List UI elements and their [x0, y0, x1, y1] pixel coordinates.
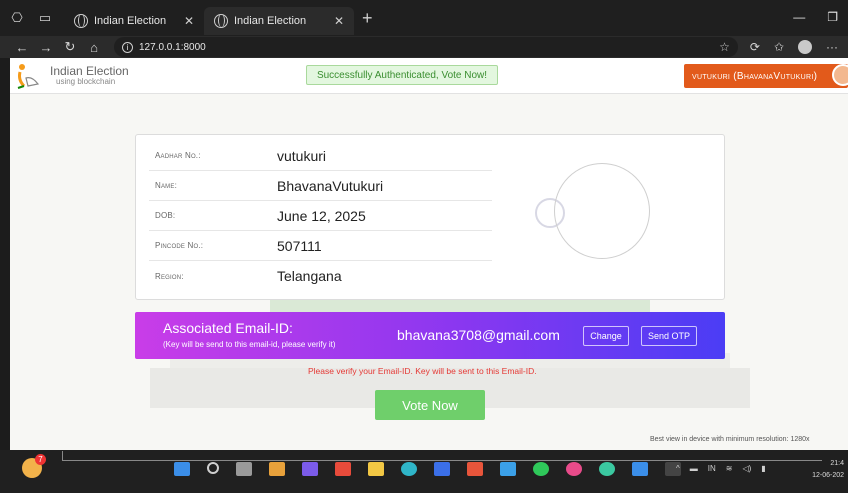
tab-title: Indian Election	[94, 15, 167, 27]
app-icon[interactable]	[269, 462, 285, 476]
system-clock[interactable]: 21:4 12-06-202	[796, 458, 844, 482]
brand-title: Indian Election	[50, 64, 129, 78]
globe-icon	[74, 14, 88, 28]
new-tab-icon[interactable]: +	[362, 8, 373, 29]
globe-icon	[214, 14, 228, 28]
refresh-page-icon[interactable]: ⟳	[750, 40, 760, 54]
url-field[interactable]: i 127.0.0.1:8000 ☆	[114, 37, 738, 57]
detail-label: DOB:	[155, 211, 176, 220]
file-explorer-icon[interactable]	[368, 462, 384, 476]
tab-title: Indian Election	[234, 15, 307, 27]
clock-date: 12-06-202	[812, 472, 844, 479]
task-view-icon[interactable]	[236, 462, 252, 476]
browser-tab-1[interactable]: Indian Election ✕	[64, 7, 204, 35]
volume-icon[interactable]: ◁)	[742, 464, 751, 473]
forward-icon[interactable]: →	[34, 40, 58, 55]
browser-tab-bar: ⎔ ▭ Indian Election ✕ Indian Election ✕ …	[0, 0, 848, 36]
home-icon[interactable]: ⌂	[82, 40, 106, 55]
detail-value: vutukuri	[277, 147, 327, 164]
send-otp-button[interactable]: Send OTP	[641, 326, 697, 346]
app-icon[interactable]	[335, 462, 351, 476]
change-email-button[interactable]: Change	[583, 326, 629, 346]
restore-icon[interactable]: ❐	[827, 10, 838, 24]
detail-row-dob: DOB: June 12, 2025	[149, 201, 492, 231]
app-icon[interactable]	[302, 462, 318, 476]
detail-label: Pincode No.:	[155, 241, 204, 250]
whatsapp-icon[interactable]	[533, 462, 549, 476]
workspaces-icon[interactable]: ⎔	[8, 9, 26, 27]
system-tray: ^ ▬ IN ≋ ◁) ▮	[676, 464, 766, 473]
clock-time: 21:4	[830, 460, 844, 467]
best-view-note: Best view in device with minimum resolut…	[650, 436, 810, 443]
refresh-icon[interactable]: ↻	[58, 39, 82, 55]
close-icon[interactable]: ✕	[334, 14, 344, 28]
app-icon[interactable]	[434, 462, 450, 476]
voter-photo	[554, 163, 650, 259]
toolbar-right: ⟳ ✩ ···	[750, 40, 838, 54]
wifi-icon[interactable]: ≋	[726, 464, 733, 473]
app-icon[interactable]	[599, 462, 615, 476]
profile-avatar[interactable]	[798, 40, 812, 54]
more-icon[interactable]: ···	[826, 40, 838, 54]
email-note: (Key will be send to this email-id, plea…	[163, 340, 336, 349]
info-icon[interactable]: i	[122, 41, 133, 53]
address-toolbar: ← → ↻ ⌂ i 127.0.0.1:8000 ☆ ⟳ ✩ ···	[0, 36, 848, 58]
detail-label: Name:	[155, 181, 178, 190]
taskbar-divider	[62, 451, 822, 461]
battery-status-icon[interactable]: ▮	[761, 464, 765, 473]
tab-actions-icon[interactable]: ▭	[36, 9, 54, 27]
browser-tab-2[interactable]: Indian Election ✕	[204, 7, 354, 35]
detail-row-name: Name: BhavanaVutukuri	[149, 171, 492, 201]
detail-row-pincode: Pincode No.: 507111	[149, 231, 492, 261]
detail-label: Region:	[155, 271, 184, 281]
detail-value: 507111	[277, 237, 322, 254]
email-title: Associated Email-ID:	[163, 320, 293, 336]
app-icon[interactable]	[500, 462, 516, 476]
favorites-icon[interactable]: ✩	[774, 40, 784, 54]
email-value: bhavana3708@gmail.com	[397, 327, 560, 343]
chevron-up-icon[interactable]: ^	[676, 464, 680, 473]
close-icon[interactable]: ✕	[184, 14, 194, 28]
taskbar-apps	[174, 462, 681, 476]
start-icon[interactable]	[174, 462, 190, 476]
vote-now-button[interactable]: Vote Now	[375, 390, 485, 420]
star-icon[interactable]: ☆	[719, 40, 730, 54]
back-icon[interactable]: ←	[10, 40, 34, 55]
app-icon[interactable]	[467, 462, 483, 476]
user-avatar	[832, 64, 848, 86]
os-taskbar: 7 ^ ▬ IN ≋ ◁) ▮ 21:4 12-06-202	[0, 450, 848, 493]
detail-label: Aadhar No.:	[155, 151, 201, 160]
widgets-icon[interactable]: 7	[22, 454, 46, 478]
notification-badge: 7	[35, 454, 46, 465]
user-badge-label: vutukuri (BhavanaVutukuri)	[692, 70, 818, 82]
verify-warning: Please verify your Email-ID. Key will be…	[308, 366, 537, 376]
search-icon[interactable]	[207, 462, 219, 474]
minimize-icon[interactable]: —	[793, 10, 805, 24]
brand-subtitle: using blockchain	[56, 77, 116, 86]
voter-details-card: Aadhar No.: vutukuri Name: BhavanaVutuku…	[135, 134, 725, 300]
detail-row-aadhar: Aadhar No.: vutukuri	[149, 141, 492, 171]
url-text: 127.0.0.1:8000	[139, 41, 206, 53]
app-icon[interactable]	[566, 462, 582, 476]
detail-value: Telangana	[277, 268, 342, 284]
edge-icon[interactable]	[401, 462, 417, 476]
auth-success-alert: Successfully Authenticated, Vote Now!	[306, 65, 498, 85]
battery-icon[interactable]: ▬	[690, 464, 698, 473]
election-logo-icon	[17, 64, 40, 89]
user-badge[interactable]: vutukuri (BhavanaVutukuri)	[684, 64, 848, 88]
detail-value: BhavanaVutukuri	[277, 177, 384, 194]
detail-value: June 12, 2025	[277, 207, 366, 224]
web-page: Indian Election using blockchain Success…	[10, 58, 848, 450]
site-header: Indian Election using blockchain Success…	[10, 58, 848, 94]
window-controls: — ❐	[793, 10, 838, 24]
detail-row-region: Region: Telangana	[149, 261, 492, 291]
language-indicator[interactable]: IN	[708, 464, 716, 473]
app-icon[interactable]	[632, 462, 648, 476]
email-verification-bar: Associated Email-ID: (Key will be send t…	[135, 312, 725, 359]
